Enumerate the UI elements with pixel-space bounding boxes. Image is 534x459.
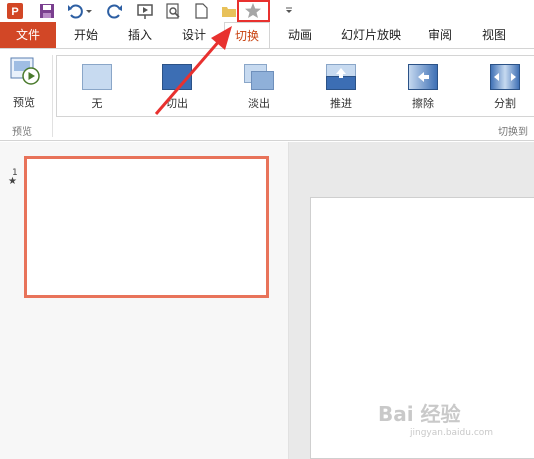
transition-fade-icon — [244, 64, 274, 90]
open-folder-icon[interactable] — [220, 2, 238, 20]
ribbon: 预览 预览 无 切出 淡出 推进 擦除 分割 切换到 — [0, 48, 534, 141]
start-slideshow-icon[interactable] — [136, 2, 154, 20]
tab-view[interactable]: 视图 — [472, 22, 516, 48]
tab-slideshow[interactable]: 幻灯片放映 — [334, 22, 408, 48]
tab-review[interactable]: 审阅 — [418, 22, 462, 48]
transition-none-icon — [82, 64, 112, 90]
transition-wipe-label: 擦除 — [412, 97, 434, 110]
transition-split-icon — [490, 64, 520, 90]
svg-text:P: P — [11, 6, 18, 18]
transition-wipe-icon — [408, 64, 438, 90]
customize-qat-icon[interactable] — [284, 2, 294, 20]
watermark-url: jingyan.baidu.com — [410, 428, 494, 438]
transition-wipe-button[interactable]: 擦除 — [391, 56, 455, 116]
transition-none-button[interactable]: 无 — [65, 56, 129, 116]
transition-none-label: 无 — [91, 97, 103, 110]
redo-icon[interactable] — [106, 2, 124, 20]
tab-animations[interactable]: 动画 — [278, 22, 322, 48]
transitions-group-label: 切换到 — [498, 127, 528, 138]
powerpoint-logo-icon: P — [7, 3, 23, 19]
slide-transition-star-icon: ★ — [8, 176, 17, 187]
tab-file[interactable]: 文件 — [0, 22, 56, 48]
transition-gallery: 无 切出 淡出 推进 擦除 分割 — [56, 55, 534, 117]
undo-icon[interactable] — [66, 2, 84, 20]
print-preview-icon[interactable] — [164, 2, 182, 20]
quick-access-toolbar: P — [0, 0, 534, 22]
transition-push-label: 推进 — [330, 97, 352, 110]
transition-push-button[interactable]: 推进 — [309, 56, 373, 116]
tab-home[interactable]: 开始 — [64, 22, 108, 48]
red-arrow-annotation — [154, 26, 232, 115]
preview-icon — [10, 57, 40, 85]
watermark: Bai 经验 — [378, 402, 461, 426]
new-document-icon[interactable] — [192, 2, 210, 20]
transition-split-label: 分割 — [494, 97, 516, 110]
transition-push-icon — [326, 64, 356, 90]
group-separator — [52, 55, 53, 137]
save-icon[interactable] — [38, 2, 56, 20]
slide-thumbnail[interactable] — [24, 156, 269, 298]
preview-group-label: 预览 — [12, 127, 32, 138]
ribbon-tab-bar: 文件 开始 插入 设计 切换 动画 幻灯片放映 审阅 视图 — [0, 22, 534, 48]
preview-label: 预览 — [13, 96, 35, 109]
preview-button[interactable]: 预览 — [4, 55, 44, 111]
transition-split-button[interactable]: 分割 — [473, 56, 534, 116]
star-transition-icon[interactable] — [244, 2, 262, 20]
undo-dropdown-icon[interactable] — [84, 2, 94, 20]
